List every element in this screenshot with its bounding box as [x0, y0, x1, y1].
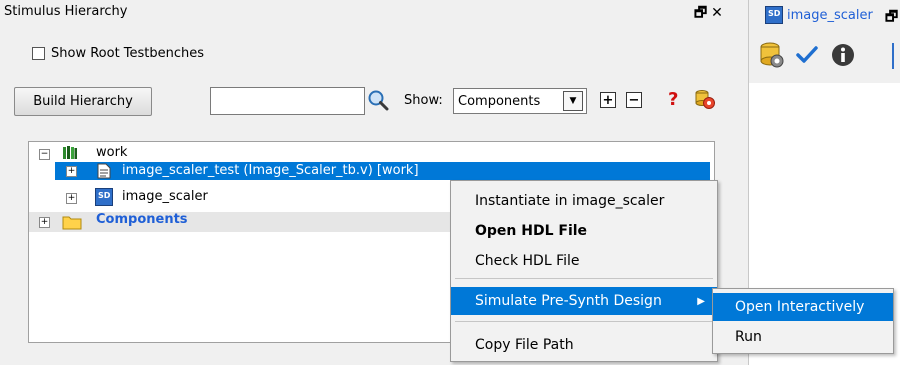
library-icon: [63, 146, 77, 159]
tree-item-image-scaler-test[interactable]: image_scaler_test (Image_Scaler_tb.v) [w…: [122, 163, 419, 178]
menu-item-check-hdl-file[interactable]: Check HDL File: [451, 247, 717, 275]
search-icon[interactable]: [367, 89, 389, 111]
svg-text:SD: SD: [98, 191, 111, 200]
restore-icon[interactable]: 🗗: [694, 5, 711, 21]
file-icon: [97, 163, 111, 179]
simulate-submenu: Open Interactively Run: [712, 288, 894, 354]
menu-item-label: Open Interactively: [735, 299, 865, 315]
show-root-testbenches-row[interactable]: Show Root Testbenches: [32, 46, 204, 61]
expand-all-button[interactable]: +: [600, 92, 616, 108]
folder-icon: [62, 216, 82, 230]
menu-item-instantiate[interactable]: Instantiate in image_scaler: [451, 187, 717, 215]
hierarchy-sync-icon[interactable]: [694, 88, 716, 110]
editor-toolbar: [749, 33, 900, 83]
pane-title: Stimulus Hierarchy: [4, 4, 128, 19]
build-hierarchy-button[interactable]: Build Hierarchy: [14, 87, 152, 116]
menu-item-label: Copy File Path: [475, 337, 574, 353]
restore-icon[interactable]: 🗗: [885, 6, 898, 30]
menu-item-label: Simulate Pre-Synth Design: [475, 293, 662, 309]
editor-tabbar: SD image_scaler 🗗: [749, 0, 900, 34]
collapse-all-button[interactable]: −: [626, 92, 642, 108]
expand-toggle-icon[interactable]: +: [66, 193, 77, 204]
close-icon[interactable]: ✕: [711, 5, 727, 21]
submenu-item-open-interactively[interactable]: Open Interactively: [713, 293, 893, 321]
help-icon[interactable]: ?: [668, 89, 678, 110]
collapse-toggle-icon[interactable]: −: [39, 149, 50, 160]
menu-item-label: Run: [735, 329, 762, 345]
context-menu: Instantiate in image_scaler Open HDL Fil…: [450, 180, 718, 362]
menu-item-label: Check HDL File: [475, 253, 580, 269]
tree-root-work[interactable]: work: [96, 145, 127, 160]
tree-item-components[interactable]: Components: [96, 212, 188, 227]
menu-item-open-hdl-file[interactable]: Open HDL File: [451, 217, 717, 245]
submenu-arrow-icon: ▶: [697, 295, 705, 307]
smartdesign-icon: SD: [95, 188, 113, 206]
submenu-item-run[interactable]: Run: [713, 323, 893, 351]
check-icon[interactable]: [796, 45, 818, 65]
tab-image-scaler[interactable]: image_scaler: [787, 8, 873, 23]
menu-separator: [455, 278, 713, 279]
generate-component-icon[interactable]: [759, 41, 785, 69]
show-dropdown-value: Components: [458, 93, 541, 109]
expand-toggle-icon[interactable]: +: [66, 166, 77, 177]
filter-input[interactable]: [210, 87, 365, 115]
menu-item-label: Open HDL File: [475, 223, 588, 239]
show-root-testbenches-label: Show Root Testbenches: [51, 46, 205, 61]
smartdesign-icon: SD: [765, 6, 783, 24]
menu-item-copy-file-path[interactable]: Copy File Path: [451, 331, 717, 359]
menu-item-label: Instantiate in image_scaler: [475, 193, 665, 209]
menu-item-simulate-pre-synth[interactable]: Simulate Pre-Synth Design ▶: [451, 287, 717, 315]
show-root-testbenches-checkbox[interactable]: [32, 47, 45, 60]
menu-separator: [455, 321, 713, 322]
info-icon[interactable]: [831, 43, 855, 67]
show-label: Show:: [404, 93, 443, 108]
toolbar-separator: [892, 43, 894, 69]
tree-item-image-scaler[interactable]: image_scaler: [122, 189, 208, 204]
pane-window-buttons: 🗗✕: [694, 2, 727, 26]
show-dropdown[interactable]: Components ▼: [453, 88, 587, 114]
chevron-down-icon[interactable]: ▼: [563, 91, 583, 111]
expand-toggle-icon[interactable]: +: [39, 217, 50, 228]
svg-text:SD: SD: [768, 9, 781, 18]
